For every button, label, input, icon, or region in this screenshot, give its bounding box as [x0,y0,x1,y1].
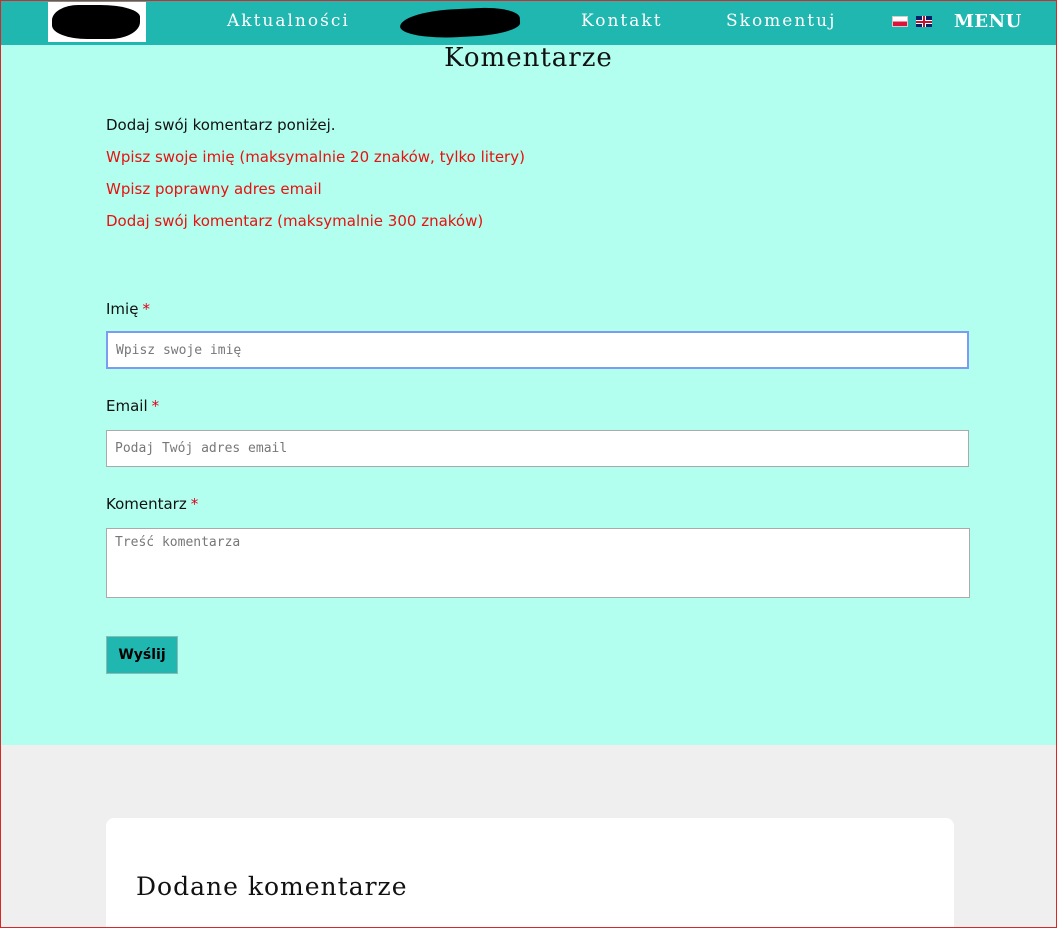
required-marker: * [151,397,160,415]
comments-heading: Dodane komentarze [136,872,408,901]
page-title: Komentarze [444,43,613,73]
top-navbar: Aktualności Kontakt Skomentuj MENU [0,0,1057,45]
comment-error-message: Dodaj swój komentarz (maksymalnie 300 zn… [106,212,484,230]
email-input[interactable] [106,430,969,467]
name-error-message: Wpisz swoje imię (maksymalnie 20 znaków,… [106,148,525,166]
email-label: Email * [106,397,159,415]
name-label: Imię * [106,300,150,318]
redacted-logo-mark [52,5,140,39]
menu-button[interactable]: MENU [954,11,1022,32]
name-input[interactable] [106,331,969,369]
email-error-message: Wpisz poprawny adres email [106,180,322,198]
site-logo[interactable] [48,2,146,42]
flag-uk-icon[interactable] [916,16,932,27]
comments-card: Dodane komentarze [106,818,954,928]
comment-label: Komentarz * [106,495,198,513]
comment-label-text: Komentarz [106,495,187,513]
flag-pl-icon[interactable] [892,16,908,27]
redacted-nav-link[interactable] [399,5,521,41]
nav-link-kontakt[interactable]: Kontakt [581,11,663,31]
submit-button[interactable]: Wyślij [106,636,178,674]
required-marker: * [190,495,199,513]
nav-link-skomentuj[interactable]: Skomentuj [726,11,836,31]
comment-textarea[interactable] [106,528,970,598]
required-marker: * [142,300,150,318]
intro-text: Dodaj swój komentarz poniżej. [106,116,336,134]
email-label-text: Email [106,397,148,415]
name-label-text: Imię [106,300,139,318]
nav-link-aktualnosci[interactable]: Aktualności [227,11,350,31]
